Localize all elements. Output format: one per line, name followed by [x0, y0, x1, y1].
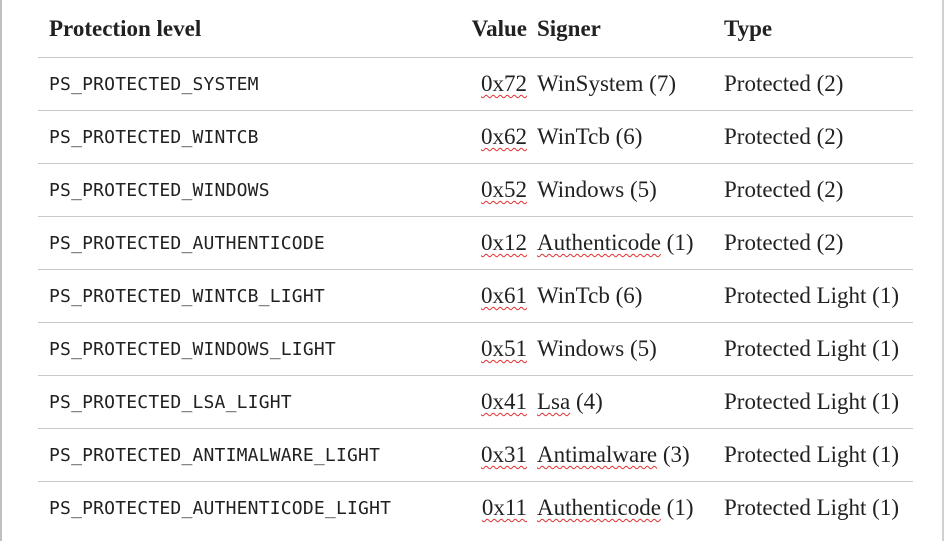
signer-cell: WinTcb (6)	[537, 110, 724, 164]
signer-code: (6)	[615, 283, 643, 308]
protection-level-cell: PS_PROTECTED_WINTCB_LIGHT	[38, 269, 449, 323]
type-cell: Protected Light (1)	[724, 269, 913, 323]
protection-level-cell: PS_PROTECTED_AUTHENTICODE_LIGHT	[49, 497, 392, 519]
signer-code: (5)	[630, 336, 657, 361]
type-cell: Protected (2)	[724, 163, 913, 217]
left-page-border	[0, 0, 2, 541]
type-cell: Protected Light (1)	[724, 375, 913, 429]
protection-level-cell: PS_PROTECTED_LSA_LIGHT	[38, 375, 449, 429]
table-body: PS_PROTECTED_SYSTEM 0x72 WinSystem (7) Prot…	[38, 57, 913, 535]
value-text: 0x62	[481, 124, 527, 149]
value-text: 0x51	[481, 336, 527, 361]
signer-cell: Authenticode (1)	[537, 482, 724, 535]
value-text: 0x31	[481, 442, 527, 467]
signer-code: (7)	[649, 71, 676, 96]
signer-name: WinTcb	[537, 283, 610, 308]
value-cell: 0x61	[449, 269, 537, 323]
signer-name: Lsa	[537, 389, 571, 414]
type-cell: Protected (2)	[724, 57, 913, 111]
protection-levels-table: Protection level Value Signer Type PS_PR…	[38, 0, 913, 534]
header-type: Type	[724, 0, 913, 58]
value-cell: 0x41	[449, 375, 537, 429]
header-signer: Signer	[537, 0, 724, 58]
signer-name: Authenticode	[537, 230, 661, 255]
protection-level-cell: PS_PROTECTED_WINDOWS_LIGHT	[38, 322, 449, 376]
value-cell: 0x31	[449, 428, 537, 482]
value-text: 0x11	[481, 495, 527, 520]
signer-code: (1)	[666, 230, 694, 255]
signer-code: (1)	[666, 495, 694, 520]
value-text: 0x72	[481, 71, 527, 96]
header-protection-level: Protection level	[38, 0, 449, 58]
protection-level-cell: PS_PROTECTED_AUTHENTICODE	[38, 216, 449, 270]
protection-level-cell: PS_PROTECTED_SYSTEM	[38, 57, 449, 111]
table-row: PS_PROTECTED_AUTHENTICODE_LIGHT 0x11 Authe…	[38, 482, 913, 535]
table-row: PS_PROTECTED_AUTHENTICODE 0x12 Authenticod…	[38, 216, 913, 270]
signer-code: (6)	[615, 124, 643, 149]
table-row: PS_PROTECTED_SYSTEM 0x72 WinSystem (7) Prot…	[38, 57, 913, 111]
signer-cell: Antimalware (3)	[537, 428, 724, 482]
signer-cell: Lsa (4)	[537, 375, 724, 429]
protection-level-cell: PS_PROTECTED_WINDOWS	[38, 163, 449, 217]
table-row: PS_PROTECTED_WINDOWS_LIGHT 0x51 Windows (5…	[38, 322, 913, 376]
header-value: Value	[449, 0, 537, 58]
table-row: PS_PROTECTED_WINDOWS 0x52 Windows (5) Prote…	[38, 163, 913, 217]
type-cell: Protected (2)	[724, 110, 913, 164]
protection-level-cell: PS_PROTECTED_ANTIMALWARE_LIGHT	[38, 428, 449, 482]
signer-code: (4)	[575, 389, 603, 414]
value-cell: 0x51	[449, 322, 537, 376]
protection-level-cell: PS_PROTECTED_WINTCB	[38, 110, 449, 164]
signer-name: WinSystem	[537, 71, 644, 96]
value-cell: 0x52	[449, 163, 537, 217]
table-row: PS_PROTECTED_LSA_LIGHT 0x41 Lsa (4) Protect…	[38, 375, 913, 429]
type-cell: Protected Light (1)	[724, 495, 900, 520]
type-cell: Protected Light (1)	[724, 428, 913, 482]
type-cell: Protected Light (1)	[724, 322, 913, 376]
signer-cell: WinSystem (7)	[537, 57, 724, 111]
type-cell: Protected (2)	[724, 216, 913, 270]
value-cell: 0x62	[449, 110, 537, 164]
signer-cell: Authenticode (1)	[537, 216, 724, 270]
table-row: PS_PROTECTED_ANTIMALWARE_LIGHT 0x31 Antima…	[38, 428, 913, 482]
value-text: 0x52	[481, 177, 527, 202]
signer-name: Windows	[537, 177, 625, 202]
signer-cell: Windows (5)	[537, 322, 724, 376]
signer-cell: Windows (5)	[537, 163, 724, 217]
signer-name: WinTcb	[537, 124, 610, 149]
signer-name: Windows	[537, 336, 625, 361]
signer-code: (5)	[630, 177, 657, 202]
value-text: 0x61	[481, 283, 527, 308]
signer-cell: WinTcb (6)	[537, 269, 724, 323]
signer-name: Antimalware	[537, 442, 658, 467]
table-header-row: Protection level Value Signer Type	[38, 0, 913, 58]
table-row: PS_PROTECTED_WINTCB 0x62 WinTcb (6) Protect…	[38, 110, 913, 164]
signer-name: Authenticode	[537, 495, 661, 520]
value-cell: 0x72	[449, 57, 537, 111]
signer-code: (3)	[662, 442, 690, 467]
value-cell: 0x12	[449, 216, 537, 270]
table-row: PS_PROTECTED_WINTCB_LIGHT 0x61 WinTcb (6) P…	[38, 269, 913, 323]
value-text: 0x12	[481, 230, 527, 255]
value-text: 0x41	[481, 389, 527, 414]
value-cell: 0x11	[449, 482, 537, 535]
